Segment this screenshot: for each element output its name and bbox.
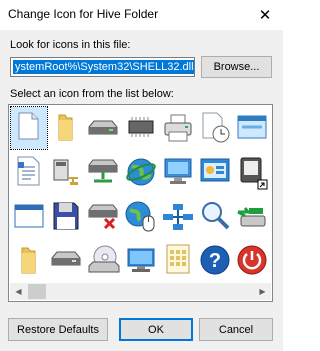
grid-document-icon[interactable]: [160, 239, 196, 281]
horizontal-scrollbar[interactable]: ◀ ▶: [10, 283, 271, 300]
search-icon[interactable]: [197, 195, 233, 237]
restore-defaults-button[interactable]: Restore Defaults: [8, 318, 108, 341]
browse-button[interactable]: Browse...: [201, 56, 272, 78]
window-app-icon[interactable]: [234, 107, 270, 149]
scroll-thumb[interactable]: [28, 284, 46, 299]
network-computer-icon[interactable]: [48, 151, 84, 193]
yellow-folder-icon[interactable]: [11, 239, 47, 281]
control-panel-icon[interactable]: [197, 151, 233, 193]
title-bar: Change Icon for Hive Folder ✕: [0, 0, 283, 30]
folder-icon[interactable]: [48, 107, 84, 149]
desktop-monitor-icon[interactable]: [123, 239, 159, 281]
scroll-left-icon[interactable]: ◀: [10, 283, 27, 300]
icon-list[interactable]: ? ◀ ▶: [8, 104, 273, 302]
printer-icon[interactable]: [160, 107, 196, 149]
disk-drive-icon[interactable]: [85, 107, 121, 149]
text-document-icon[interactable]: [11, 151, 47, 193]
globe-mouse-icon[interactable]: [123, 195, 159, 237]
network-drive-icon[interactable]: [85, 151, 121, 193]
ok-button[interactable]: OK: [119, 318, 193, 341]
icon-list-label: Select an icon from the list below:: [10, 88, 174, 100]
usb-drive-icon[interactable]: [234, 195, 270, 237]
cd-drive-icon[interactable]: [85, 239, 121, 281]
power-icon[interactable]: [234, 239, 270, 281]
window-title: Change Icon for Hive Folder: [8, 7, 159, 21]
memory-chip-icon[interactable]: [123, 107, 159, 149]
cancel-button[interactable]: Cancel: [199, 318, 273, 341]
clock-document-icon[interactable]: [197, 107, 233, 149]
network-icon[interactable]: [160, 195, 196, 237]
globe-icon[interactable]: [123, 151, 159, 193]
close-icon: ✕: [258, 7, 272, 24]
svg-text:?: ?: [209, 250, 221, 272]
hard-drive-icon[interactable]: [48, 239, 84, 281]
blank-document-icon[interactable]: [10, 106, 48, 150]
look-for-label: Look for icons in this file:: [10, 39, 131, 51]
dialog-body: Look for icons in this file: ystemRoot%\…: [0, 30, 283, 351]
help-icon[interactable]: ?: [197, 239, 233, 281]
icon-file-path-value: ystemRoot%\System32\SHELL32.dll: [13, 60, 194, 74]
shortcut-app-icon[interactable]: [234, 151, 270, 193]
computer-monitor-icon[interactable]: [160, 151, 196, 193]
application-window-icon[interactable]: [11, 195, 47, 237]
floppy-drive-icon[interactable]: [48, 195, 84, 237]
disconnected-drive-icon[interactable]: [85, 195, 121, 237]
close-button[interactable]: ✕: [247, 0, 283, 30]
icon-file-path-input[interactable]: ystemRoot%\System32\SHELL32.dll: [10, 57, 195, 77]
scroll-right-icon[interactable]: ▶: [254, 283, 271, 300]
